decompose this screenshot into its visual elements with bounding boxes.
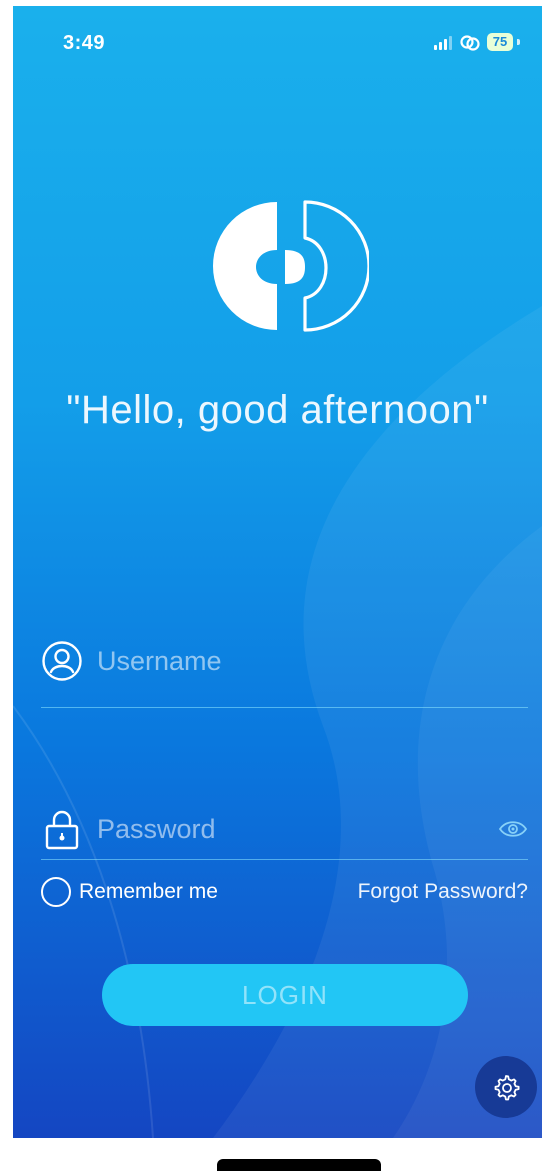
greeting-text: "Hello, good afternoon" bbox=[66, 388, 489, 432]
user-circle-icon bbox=[42, 641, 82, 681]
home-indicator bbox=[217, 1159, 381, 1171]
remember-me-label: Remember me bbox=[79, 880, 218, 903]
login-button[interactable]: LOGIN bbox=[102, 964, 468, 1026]
username-input[interactable] bbox=[97, 638, 477, 684]
password-input[interactable] bbox=[97, 806, 477, 852]
link-icon bbox=[460, 35, 480, 51]
remember-me-radio[interactable] bbox=[41, 877, 71, 907]
settings-button[interactable] bbox=[475, 1056, 537, 1118]
signal-icon bbox=[434, 36, 452, 50]
password-field bbox=[41, 780, 528, 860]
lock-icon bbox=[45, 810, 79, 850]
battery-icon: 75 bbox=[487, 33, 513, 51]
status-time: 3:49 bbox=[63, 32, 106, 54]
app-logo bbox=[213, 200, 369, 332]
remember-me-toggle[interactable]: Remember me bbox=[41, 874, 218, 910]
gear-icon bbox=[494, 1075, 520, 1101]
status-bar: 3:49 75 bbox=[13, 6, 542, 76]
username-field bbox=[41, 628, 528, 708]
battery-nub bbox=[517, 39, 520, 45]
login-screen: 3:49 75 "Hello, good afternoon" Username… bbox=[13, 6, 542, 1138]
eye-icon[interactable] bbox=[498, 818, 528, 840]
forgot-password-link[interactable]: Forgot Password? bbox=[358, 880, 528, 904]
